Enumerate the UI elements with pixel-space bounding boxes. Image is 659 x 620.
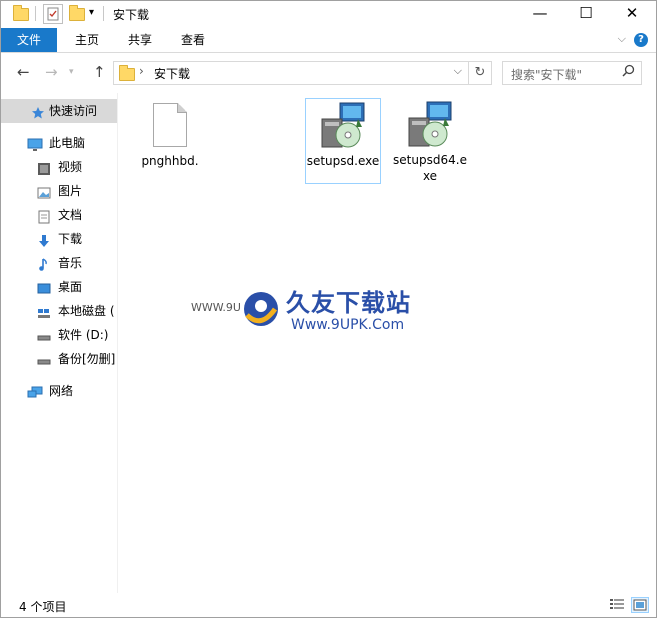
status-bar: 4 个项目 — [1, 593, 656, 617]
sidebar-item-label: 快速访问 — [49, 104, 98, 118]
search-input[interactable]: 搜索"安下载" — [502, 61, 642, 85]
sidebar-item-label: 下载 — [58, 232, 83, 246]
navigation-pane: 快速访问 此电脑 视频 图片 文档 下载 音乐 桌面 本地磁盘 (软件 (D:… — [1, 93, 118, 593]
up-button[interactable]: ↑ — [93, 63, 106, 81]
sidebar-item-label: 软件 (D:) — [58, 328, 109, 342]
item-count: 4 个项目 — [19, 600, 67, 614]
watermark-logo-icon — [241, 289, 281, 332]
properties-icon[interactable] — [43, 4, 63, 24]
window-title: 安下载 — [113, 8, 150, 22]
network-icon — [27, 384, 43, 398]
sidebar-item-desktop[interactable]: 桌面 — [1, 275, 117, 299]
picture-icon — [37, 184, 51, 199]
download-icon — [37, 232, 51, 247]
divider — [35, 6, 36, 21]
file-name: pnghhbd. — [141, 154, 199, 168]
tab-view[interactable]: 查看 — [169, 28, 217, 52]
minimize-button[interactable]: — — [517, 1, 563, 27]
search-placeholder: 搜索"安下载" — [511, 68, 583, 82]
file-item[interactable]: setupsd64.exe — [393, 98, 467, 184]
file-item[interactable]: pnghhbd. — [133, 99, 207, 169]
file-name: setupsd64.exe — [393, 153, 467, 183]
sidebar-item-label: 视频 — [58, 160, 83, 174]
sidebar-item-label: 此电脑 — [49, 136, 86, 150]
divider — [103, 6, 104, 21]
sidebar-item-label: 网络 — [49, 384, 74, 398]
watermark-title: 久友下载站 — [286, 289, 411, 317]
explorer-window: ▾ 安下载 — ☐ ✕ 文件 主页 共享 查看 ⌵ ? ← → ▾ ↑ › 安下… — [0, 0, 657, 618]
sidebar-item-label: 备份[勿删] — [58, 352, 116, 366]
watermark-url: Www.9UPK.Com — [291, 317, 405, 333]
sidebar-item-this-pc[interactable]: 此电脑 — [1, 131, 117, 155]
back-button[interactable]: ← — [17, 63, 30, 81]
file-item-selected[interactable]: setupsd.exe — [305, 98, 381, 184]
watermark: WWW.9U 久友下载站 Www.9UPK.Com — [191, 281, 441, 341]
sidebar-item-downloads[interactable]: 下载 — [1, 227, 117, 251]
ribbon-tabs: 文件 主页 共享 查看 ⌵ ? — [1, 28, 656, 53]
document-icon — [37, 208, 51, 224]
ribbon-collapse-icon[interactable]: ⌵ — [618, 32, 626, 46]
recent-locations-icon[interactable]: ▾ — [69, 67, 74, 77]
title-bar: ▾ 安下载 — ☐ ✕ — [1, 1, 656, 27]
drive-icon — [37, 352, 51, 366]
sidebar-item-label: 文档 — [58, 208, 83, 222]
help-icon[interactable]: ? — [634, 33, 648, 47]
disk-icon — [37, 304, 51, 318]
folder-icon — [13, 5, 29, 23]
address-bar[interactable]: › 安下载 ⌵ — [113, 61, 469, 85]
file-list: pnghhbd. setupsd.exe setupsd64.exe — [119, 93, 656, 591]
maximize-button[interactable]: ☐ — [563, 1, 609, 27]
address-dropdown-icon[interactable]: ⌵ — [454, 64, 462, 78]
refresh-button[interactable]: ↻ — [469, 61, 492, 85]
video-icon — [37, 160, 51, 175]
customize-toolbar-icon[interactable]: ▾ — [89, 7, 94, 25]
sidebar-item-label: 音乐 — [58, 256, 83, 270]
sidebar-item-label: 桌面 — [58, 280, 83, 294]
sidebar-item-local-disk[interactable]: 本地磁盘 ( — [1, 299, 117, 323]
music-icon — [37, 256, 51, 271]
sidebar-item-drive-d[interactable]: 软件 (D:) — [1, 323, 117, 347]
installer-icon — [318, 101, 368, 151]
navigation-bar: ← → ▾ ↑ › 安下载 ⌵ ↻ 搜索"安下载" — [1, 56, 656, 90]
tab-file[interactable]: 文件 — [1, 28, 57, 52]
forward-button[interactable]: → — [45, 63, 58, 81]
large-icons-view-icon[interactable] — [631, 597, 649, 613]
star-icon — [31, 104, 45, 119]
new-folder-icon[interactable] — [69, 5, 85, 23]
file-name: setupsd.exe — [306, 154, 380, 168]
search-icon — [622, 64, 635, 81]
desktop-icon — [37, 280, 51, 294]
sidebar-item-label: 图片 — [58, 184, 83, 198]
close-button[interactable]: ✕ — [609, 1, 655, 27]
folder-icon — [119, 65, 135, 84]
sidebar-item-documents[interactable]: 文档 — [1, 203, 117, 227]
breadcrumb-separator[interactable]: › — [139, 64, 144, 78]
sidebar-item-network[interactable]: 网络 — [1, 379, 117, 403]
watermark-prefix: WWW.9U — [191, 301, 241, 314]
blank-file-icon — [153, 103, 187, 147]
sidebar-item-label: 本地磁盘 ( — [58, 304, 115, 318]
sidebar-item-videos[interactable]: 视频 — [1, 155, 117, 179]
sidebar-item-pictures[interactable]: 图片 — [1, 179, 117, 203]
sidebar-item-music[interactable]: 音乐 — [1, 251, 117, 275]
installer-icon — [405, 100, 455, 150]
drive-icon — [37, 328, 51, 342]
sidebar-item-backup[interactable]: 备份[勿删] — [1, 347, 117, 371]
computer-icon — [27, 136, 43, 151]
breadcrumb-current[interactable]: 安下载 — [154, 65, 190, 82]
tab-home[interactable]: 主页 — [63, 28, 111, 52]
tab-share[interactable]: 共享 — [116, 28, 164, 52]
details-view-icon[interactable] — [609, 597, 625, 611]
sidebar-item-quick-access[interactable]: 快速访问 — [1, 99, 117, 123]
